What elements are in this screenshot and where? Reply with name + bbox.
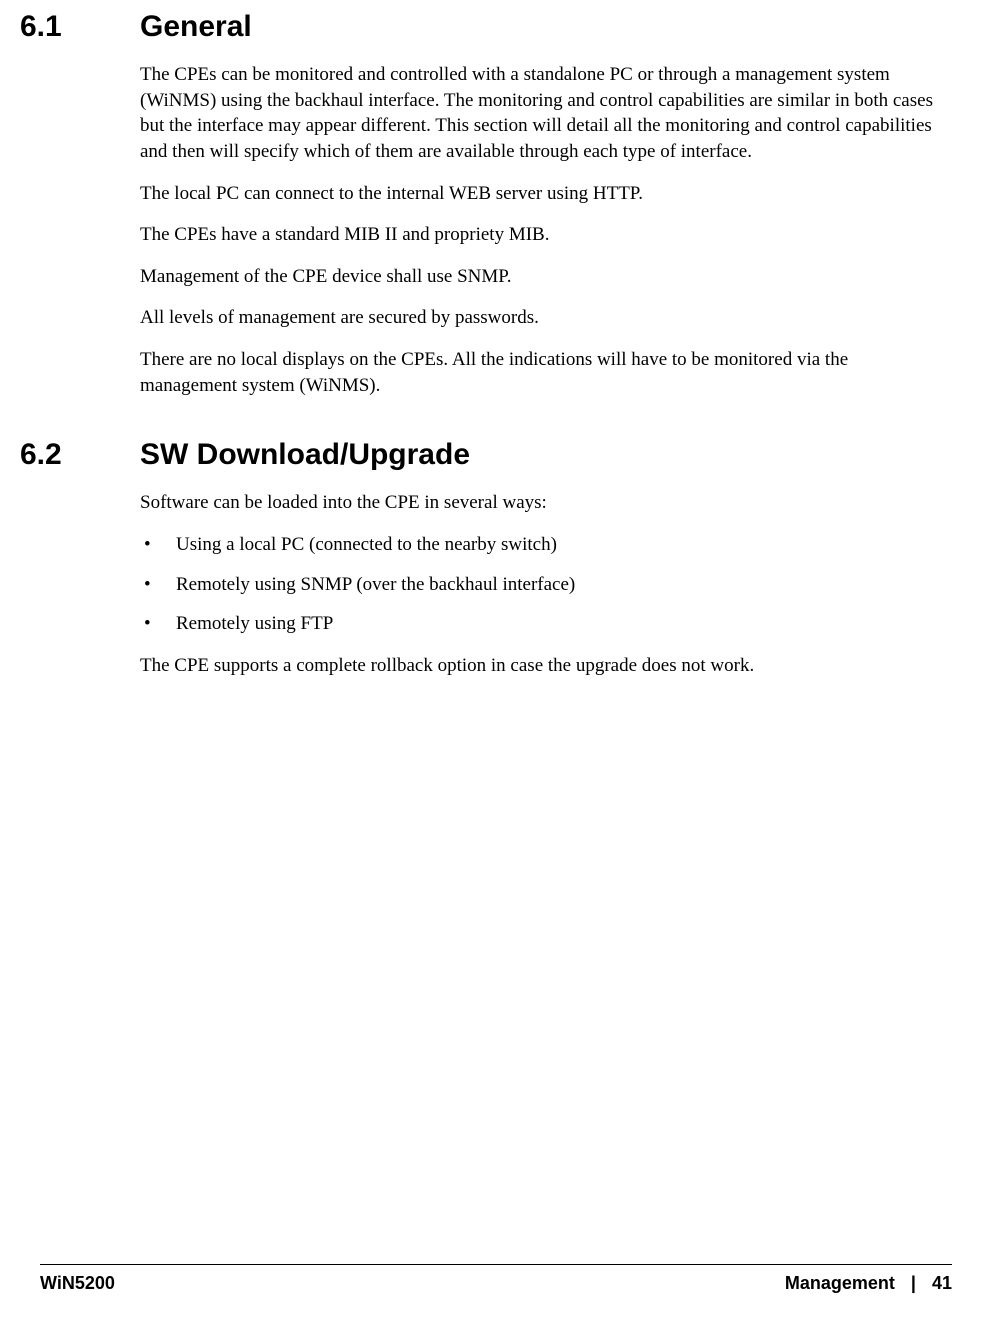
footer-right: Management | 41 (785, 1273, 952, 1294)
paragraph: The CPEs can be monitored and controlled… (140, 62, 942, 165)
paragraph: The local PC can connect to the internal… (140, 181, 942, 207)
paragraph: Software can be loaded into the CPE in s… (140, 490, 942, 516)
list-item: Using a local PC (connected to the nearb… (140, 532, 942, 558)
footer-section-label: Management (785, 1273, 895, 1294)
list-item: Remotely using SNMP (over the backhaul i… (140, 572, 942, 598)
paragraph: All levels of management are secured by … (140, 305, 942, 331)
footer-page-number: 41 (932, 1273, 952, 1294)
section-number: 6.1 (20, 10, 140, 44)
list-item: Remotely using FTP (140, 611, 942, 637)
footer-product: WiN5200 (40, 1273, 115, 1294)
section-title: SW Download/Upgrade (140, 438, 470, 472)
paragraph: Management of the CPE device shall use S… (140, 264, 942, 290)
footer-separator: | (911, 1273, 916, 1294)
section-header: 6.2 SW Download/Upgrade (20, 438, 942, 472)
bullet-list: Using a local PC (connected to the nearb… (140, 532, 942, 637)
page-footer: WiN5200 Management | 41 (40, 1264, 952, 1294)
section-body: Software can be loaded into the CPE in s… (140, 490, 942, 678)
section-6-2: 6.2 SW Download/Upgrade Software can be … (20, 438, 942, 678)
paragraph: The CPEs have a standard MIB II and prop… (140, 222, 942, 248)
paragraph: The CPE supports a complete rollback opt… (140, 653, 942, 679)
section-title: General (140, 10, 252, 44)
paragraph: There are no local displays on the CPEs.… (140, 347, 942, 398)
section-number: 6.2 (20, 438, 140, 472)
section-6-1: 6.1 General The CPEs can be monitored an… (20, 10, 942, 398)
section-body: The CPEs can be monitored and controlled… (140, 62, 942, 398)
section-header: 6.1 General (20, 10, 942, 44)
